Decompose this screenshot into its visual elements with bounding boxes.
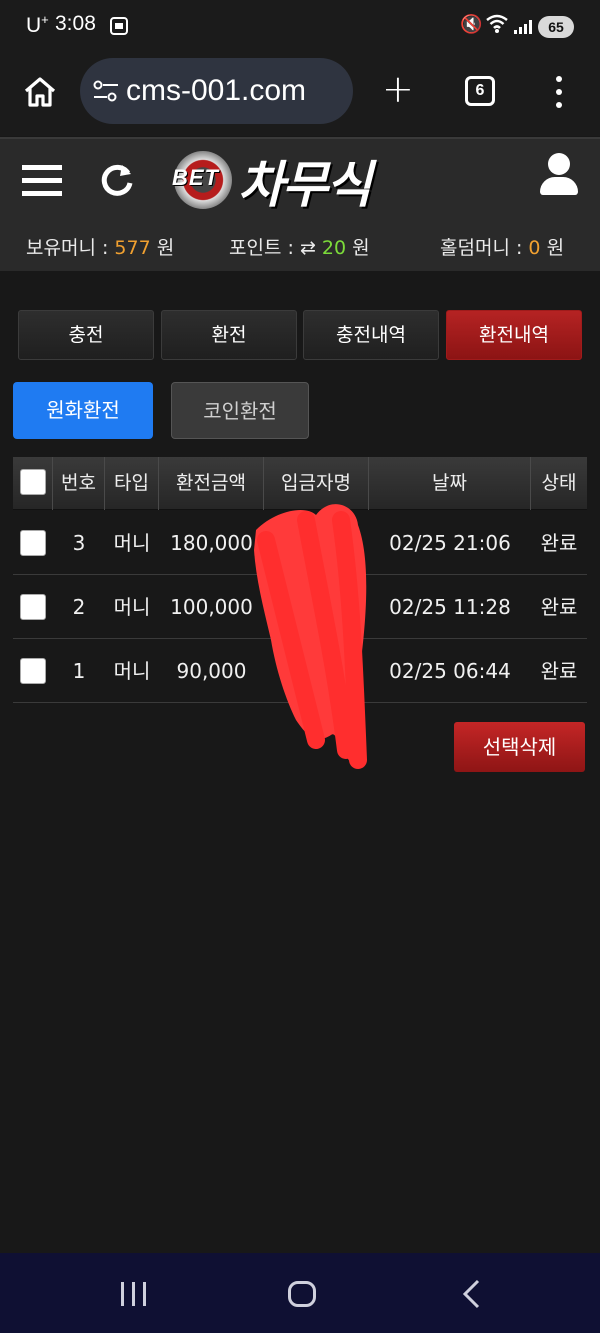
- system-nav-bar: [0, 1253, 600, 1333]
- header-no: 번호: [53, 457, 105, 510]
- tabs-icon[interactable]: 6: [465, 76, 495, 106]
- logo-name-text: 차무식: [238, 156, 372, 214]
- refresh-icon[interactable]: [98, 161, 136, 199]
- address-bar[interactable]: cms-001.com: [80, 58, 353, 124]
- status-bar: U+ 3:08 🔇 65: [0, 0, 600, 52]
- row-checkbox[interactable]: [20, 594, 46, 620]
- back-icon[interactable]: [460, 1279, 484, 1309]
- tab-withdraw[interactable]: 환전: [161, 310, 297, 360]
- more-vert-icon[interactable]: [553, 74, 565, 110]
- cell-status: 완료: [540, 659, 578, 683]
- tab-coin-withdraw[interactable]: 코인환전: [171, 382, 309, 439]
- cell-no: 3: [72, 531, 86, 555]
- recent-apps-icon[interactable]: [121, 1282, 149, 1306]
- cell-date: 02/25 21:06: [389, 531, 511, 555]
- cell-no: 1: [72, 659, 86, 683]
- money-balance: 보유머니 : 577 원: [26, 237, 175, 259]
- row-checkbox[interactable]: [20, 658, 46, 684]
- hamburger-icon[interactable]: [22, 165, 62, 197]
- tab-krw-withdraw[interactable]: 원화환전: [13, 382, 153, 439]
- point-balance: 포인트 : ⇄ 20 원: [229, 237, 370, 259]
- exchange-icon: ⇄: [299, 237, 316, 259]
- cell-status: 완료: [540, 595, 578, 619]
- screenshot-icon: [110, 17, 128, 35]
- logo-bet-text: BET: [172, 165, 219, 190]
- cell-status: 완료: [540, 531, 578, 555]
- wifi-icon: [486, 14, 508, 33]
- select-all-checkbox[interactable]: [20, 469, 46, 495]
- header-type: 타입: [105, 457, 159, 510]
- cell-type: 머니: [113, 531, 151, 555]
- clock: 3:08: [55, 12, 96, 35]
- delete-selected-button[interactable]: 선택삭제: [454, 722, 585, 772]
- url-text[interactable]: cms-001.com: [126, 74, 306, 108]
- header-date: 날짜: [369, 457, 531, 510]
- cell-type: 머니: [113, 595, 151, 619]
- row-checkbox[interactable]: [20, 530, 46, 556]
- browser-toolbar: cms-001.com + 6: [0, 52, 600, 136]
- header-select-all: [13, 457, 53, 510]
- tab-deposit[interactable]: 충전: [18, 310, 154, 360]
- tab-deposit-history[interactable]: 충전내역: [303, 310, 439, 360]
- nav-home-icon[interactable]: [288, 1281, 316, 1307]
- cell-no: 2: [72, 595, 86, 619]
- home-icon[interactable]: [22, 74, 58, 110]
- cell-type: 머니: [113, 659, 151, 683]
- site-logo[interactable]: BET 차무식: [172, 145, 422, 214]
- tune-icon[interactable]: [92, 78, 120, 104]
- balance-bar: 보유머니 : 577 원 포인트 : ⇄ 20 원 홀덤머니 : 0 원: [0, 233, 600, 261]
- cell-date: 02/25 06:44: [389, 659, 511, 683]
- tab-withdraw-history[interactable]: 환전내역: [446, 310, 582, 360]
- plus-icon[interactable]: +: [382, 70, 414, 108]
- signal-icon: [514, 20, 532, 34]
- site-header: BET 차무식 보유머니 : 577 원 포인트 : ⇄ 20 원 홀덤머니 :…: [0, 139, 600, 271]
- holdem-balance: 홀덤머니 : 0 원: [440, 237, 565, 259]
- redaction-scribble: [254, 504, 367, 769]
- cell-date: 02/25 11:28: [389, 595, 511, 619]
- battery-icon: 65: [538, 16, 574, 38]
- carrier-label: U+: [26, 12, 49, 37]
- header-status: 상태: [541, 472, 577, 494]
- user-icon[interactable]: [538, 153, 580, 197]
- mute-icon: 🔇: [460, 14, 483, 35]
